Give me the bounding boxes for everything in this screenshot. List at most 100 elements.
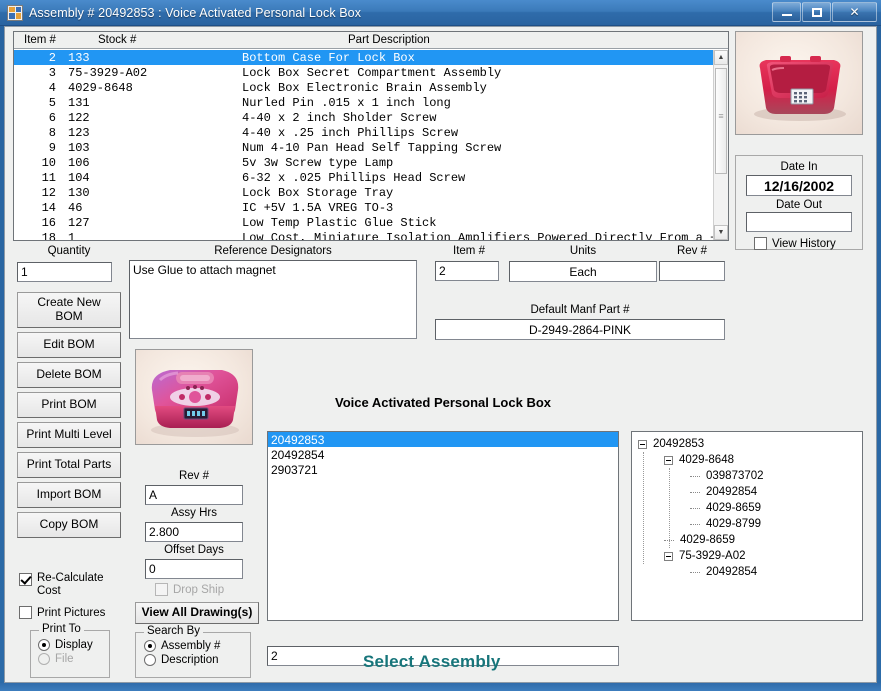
tree-node-label: 039873702 [706,470,764,482]
create-new-bom-button[interactable]: Create New BOM [17,292,121,328]
table-row[interactable]: 6 122 4-40 x 2 inch Sholder Screw [14,110,713,125]
offset-days-field[interactable]: 0 [145,559,243,579]
search-by-description-radio[interactable] [144,654,156,666]
scroll-thumb[interactable] [715,68,727,174]
table-row[interactable]: 16 127 Low Temp Plastic Glue Stick [14,215,713,230]
cell-description: 6-32 x .025 Phillips Head Screw [242,170,466,185]
print-to-display-row[interactable]: Display [38,639,109,651]
tree-guide-line [643,452,644,564]
list-item[interactable]: 20492853 [268,432,618,447]
search-by-assembly-row[interactable]: Assembly # [144,640,250,652]
delete-bom-button[interactable]: Delete BOM [17,362,121,388]
recalculate-cost-label: Re-Calculate Cost [37,572,103,598]
view-all-drawings-button[interactable]: View All Drawing(s) [135,602,259,624]
tree-node[interactable]: 4029-8799 [690,516,761,532]
table-row[interactable]: 2 133 Bottom Case For Lock Box [14,50,713,65]
cell-description: IC +5V 1.5A VREG TO-3 [242,200,394,215]
parts-grid[interactable]: Item # Stock # Part Description 2 133 Bott… [13,31,729,241]
tree-node[interactable]: 20492854 [690,564,757,580]
copy-bom-button[interactable]: Copy BOM [17,512,121,538]
item-label: Item # [453,245,485,257]
tree-node[interactable]: 75-3929-A02 [664,548,746,564]
cell-item: 3 [48,65,56,80]
drop-ship-checkbox[interactable] [155,583,168,596]
table-row[interactable]: 11 104 6-32 x .025 Phillips Head Screw [14,170,713,185]
table-row[interactable]: 3 75-3929-A02 Lock Box Secret Compartment … [14,65,713,80]
print-to-file-row[interactable]: File [38,653,109,665]
cell-item: 11 [41,170,56,185]
cell-stock: 106 [68,155,90,170]
tree-collapse-icon[interactable] [638,439,647,449]
rev-field[interactable] [659,261,725,281]
assy-hrs-field[interactable]: 2.800 [145,522,243,542]
item-field[interactable]: 2 [435,261,499,281]
tree-node[interactable]: 4029-8648 [664,452,734,468]
bom-tree-view[interactable]: 20492853 4029-8648 039873702 20492854 4029-8… [631,431,863,621]
assembly-listbox[interactable]: 20492853 20492854 2903721 [267,431,619,621]
drop-ship-row[interactable]: Drop Ship [155,583,224,596]
units-field[interactable]: Each [509,261,657,282]
edit-bom-button[interactable]: Edit BOM [17,332,121,358]
print-pictures-row[interactable]: Print Pictures [19,606,105,619]
table-row[interactable]: 12 130 Lock Box Storage Tray [14,185,713,200]
view-history-row[interactable]: View History [754,237,862,250]
table-row[interactable]: 14 46 IC +5V 1.5A VREG TO-3 [14,200,713,215]
maximize-button[interactable] [802,2,831,22]
manf-part-field[interactable]: D-2949-2864-PINK [435,319,725,340]
parts-grid-rows[interactable]: 2 133 Bottom Case For Lock Box 3 75-3929-A02… [14,50,713,240]
title-bar: Assembly # 20492853 : Voice Activated Pe… [0,0,881,26]
tree-node[interactable]: 039873702 [690,468,764,484]
tree-node[interactable]: 4029-8659 [664,532,735,548]
table-row[interactable]: 4 4029-8648 Lock Box Electronic Brain Asse… [14,80,713,95]
minimize-button[interactable] [772,2,801,22]
recalculate-cost-checkbox[interactable] [19,573,32,586]
window-controls: ✕ [771,2,877,22]
cell-description: 5v 3w Screw type Lamp [242,155,394,170]
tree-guide-line [669,468,670,548]
print-total-parts-button[interactable]: Print Total Parts [17,452,121,478]
search-by-caption: Search By [144,625,204,637]
list-item[interactable]: 20492854 [268,447,618,462]
tree-node[interactable]: 20492854 [690,484,757,500]
cell-item: 10 [41,155,56,170]
table-row[interactable]: 10 106 5v 3w Screw type Lamp [14,155,713,170]
search-by-assembly-radio[interactable] [144,640,156,652]
import-bom-button[interactable]: Import BOM [17,482,121,508]
quantity-field[interactable]: 1 [17,262,112,282]
date-out-field[interactable] [746,212,852,232]
tree-node[interactable]: 20492853 [638,436,704,452]
tree-collapse-icon[interactable] [664,455,673,465]
print-to-display-radio[interactable] [38,639,50,651]
cell-description: Low Cost, Miniature Isolation Amplifiers… [242,230,713,241]
tree-node[interactable]: 4029-8659 [690,500,761,516]
search-by-description-row[interactable]: Description [144,654,250,666]
recalculate-cost-label-line: Cost [37,585,61,598]
close-button[interactable]: ✕ [832,2,877,22]
print-to-display-label: Display [55,639,93,651]
print-to-file-radio[interactable] [38,653,50,665]
tree-connector-icon [690,523,700,525]
assembly-title: Voice Activated Personal Lock Box [334,395,552,410]
print-pictures-checkbox[interactable] [19,606,32,619]
list-item[interactable]: 2903721 [268,462,618,477]
table-row[interactable]: 9 103 Num 4-10 Pan Head Self Tapping Screw [14,140,713,155]
recalculate-cost-row[interactable]: Re-Calculate Cost [19,572,124,598]
print-multi-level-button[interactable]: Print Multi Level [17,422,121,448]
scroll-up-arrow[interactable]: ▲ [714,50,728,65]
bom-action-buttons: Create New BOM Edit BOM Delete BOM Print BOM… [17,292,121,538]
assembly-rev-field[interactable]: A [145,485,243,505]
parts-grid-scrollbar[interactable]: ▲ ▼ [713,50,728,240]
scroll-down-arrow[interactable]: ▼ [714,225,728,240]
tree-collapse-icon[interactable] [664,551,673,561]
table-row[interactable]: 18 1 Low Cost, Miniature Isolation Amplifi… [14,230,713,241]
button-label-line: Print Multi Level [26,427,112,442]
manf-part-label: Default Manf Part # [530,304,630,316]
drop-ship-label: Drop Ship [173,583,225,596]
view-history-checkbox[interactable] [754,237,767,250]
date-in-field[interactable]: 12/16/2002 [746,175,852,196]
cell-description: Low Temp Plastic Glue Stick [242,215,437,230]
table-row[interactable]: 5 131 Nurled Pin .015 x 1 inch long [14,95,713,110]
table-row[interactable]: 8 123 4-40 x .25 inch Phillips Screw [14,125,713,140]
refdes-textarea[interactable]: Use Glue to attach magnet [129,260,417,339]
print-bom-button[interactable]: Print BOM [17,392,121,418]
